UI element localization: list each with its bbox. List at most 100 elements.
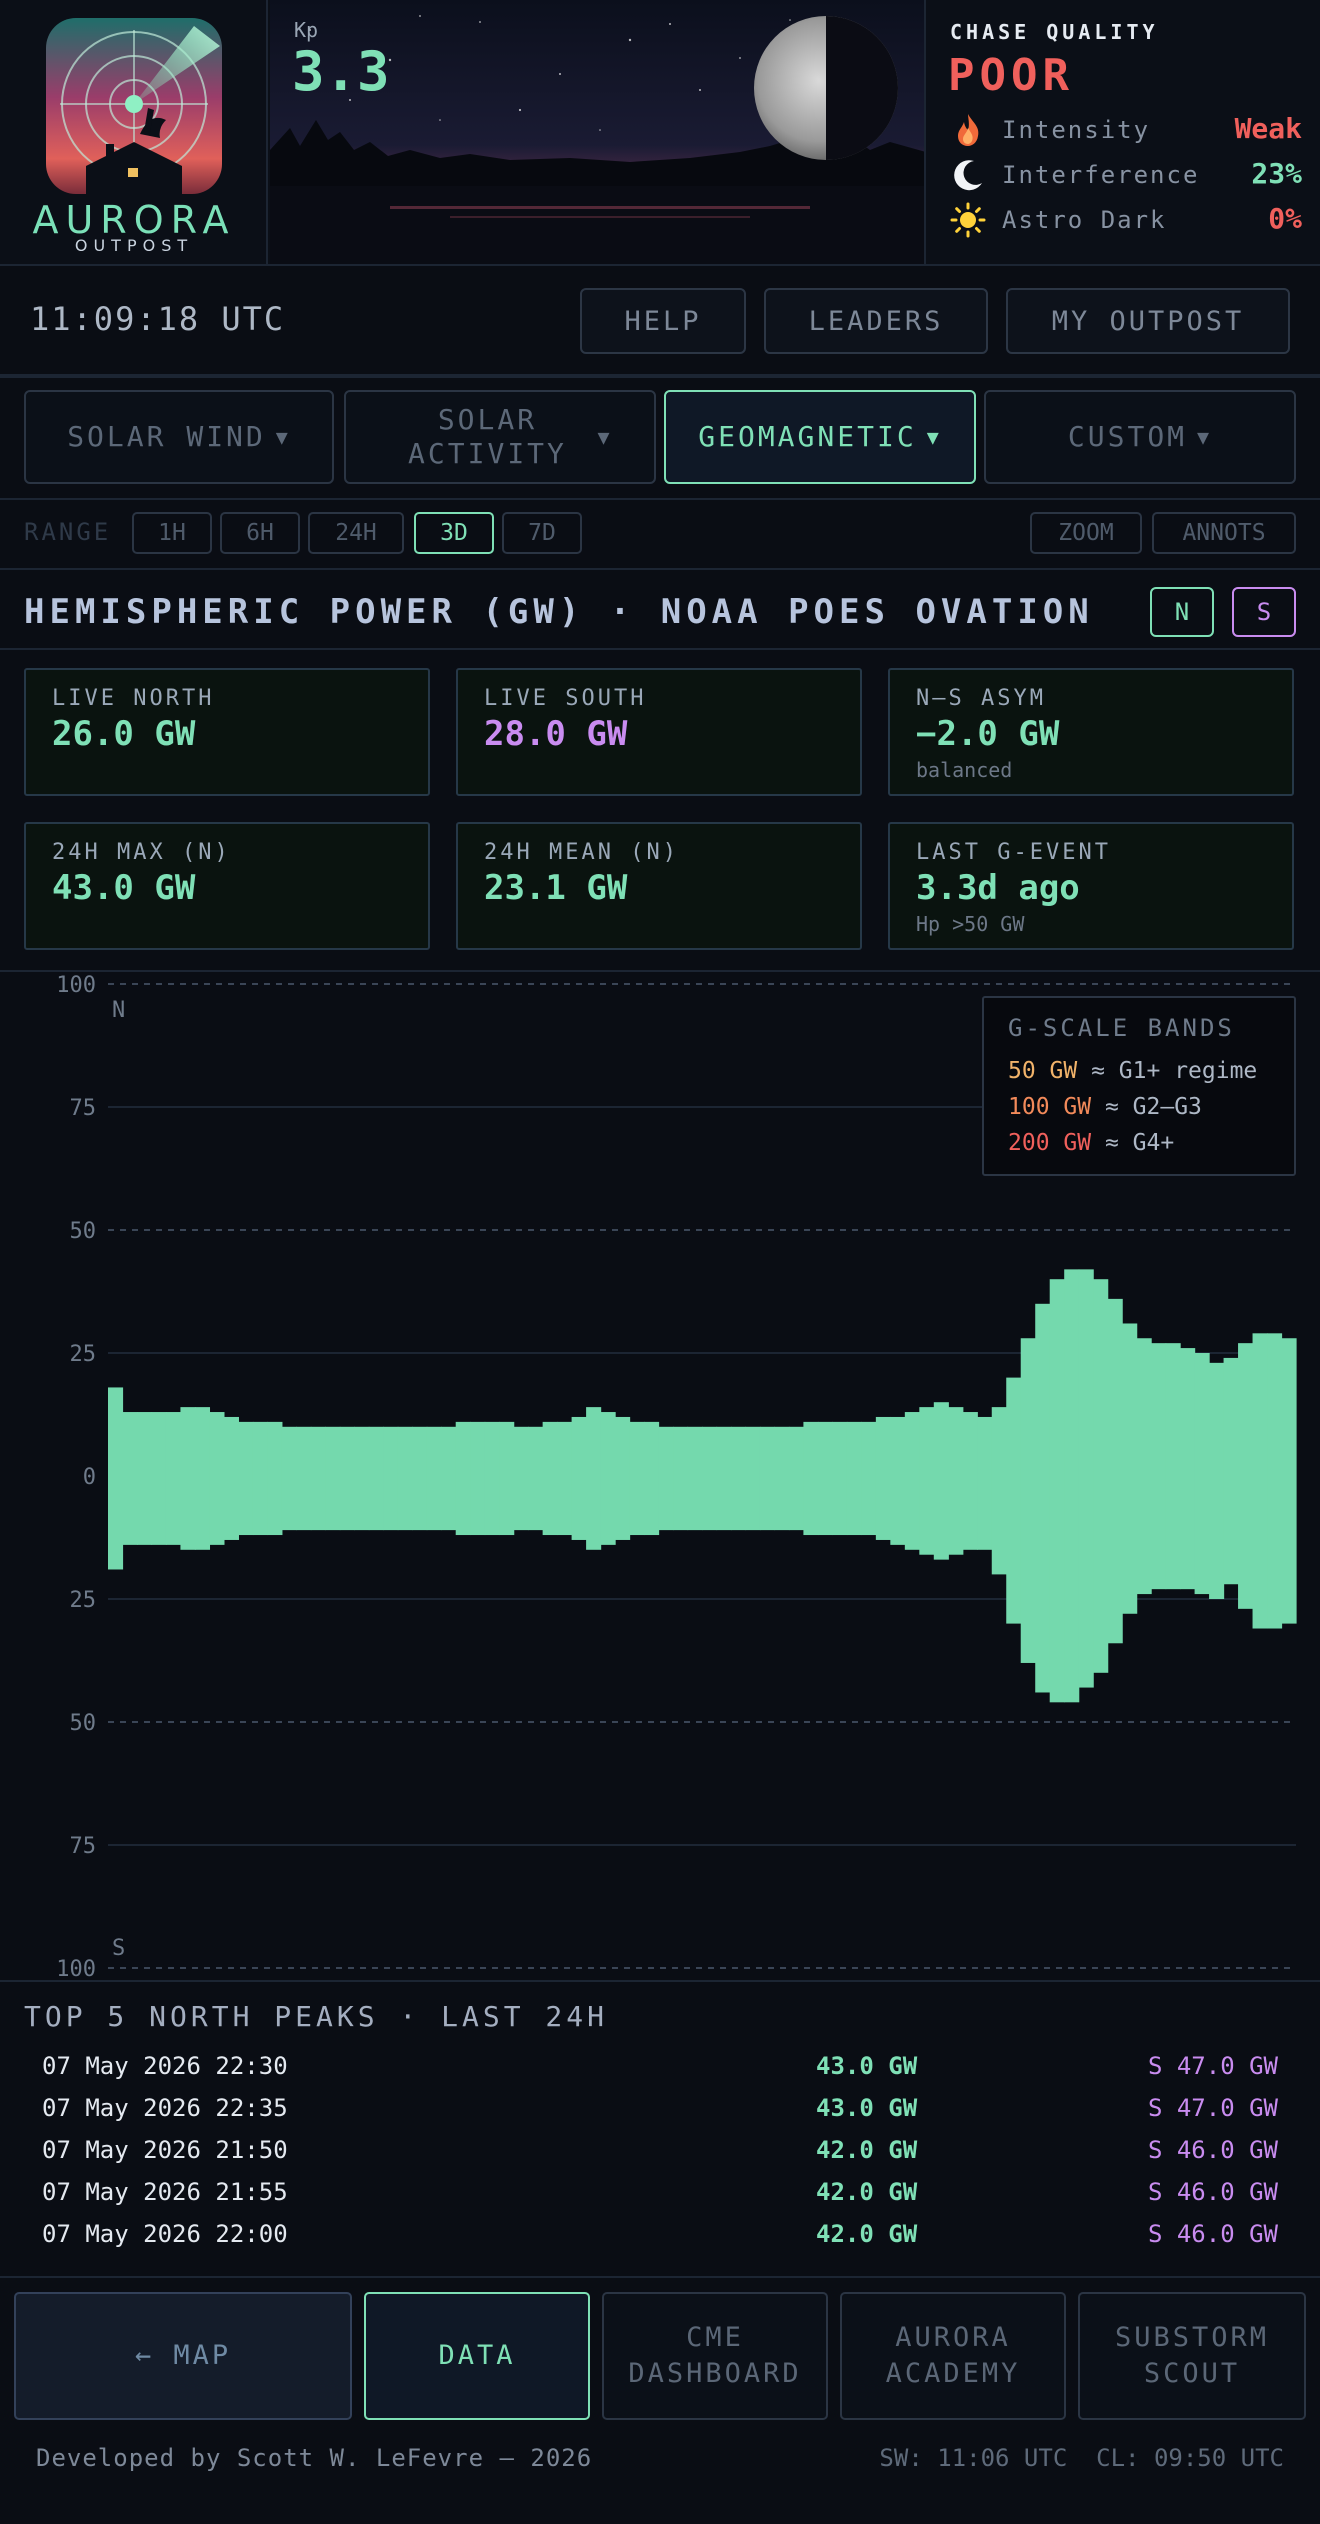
- peak-north: 43.0 GW: [816, 2094, 918, 2122]
- peak-south: S 46.0 GW: [1147, 2220, 1278, 2248]
- stat-card-ns-asym: N–S ASYM −2.0 GW balanced: [888, 668, 1294, 796]
- my-outpost-button[interactable]: MY OUTPOST: [1006, 288, 1290, 354]
- north-power-bar: [629, 1421, 645, 1476]
- south-power-bar: [194, 1476, 211, 1550]
- chase-row-label: Astro Dark: [1002, 206, 1167, 234]
- y-tick-label: 0: [83, 1465, 96, 1490]
- range-1h-button[interactable]: 1H: [132, 512, 212, 554]
- band-value: 100 GW: [1008, 1094, 1092, 1120]
- north-power-bar: [702, 1426, 718, 1476]
- peak-row: 07 May 2026 22:30 43.0 GW S 47.0 GW: [0, 2048, 1320, 2090]
- range-24h-button[interactable]: 24H: [308, 512, 404, 554]
- north-power-bar: [542, 1421, 558, 1476]
- range-6h-button[interactable]: 6H: [220, 512, 300, 554]
- chevron-down-icon: ▼: [1197, 425, 1213, 449]
- south-power-bar: [846, 1476, 862, 1536]
- south-power-bar: [296, 1476, 312, 1531]
- south-power-bar: [267, 1476, 283, 1536]
- tab-custom[interactable]: CUSTOM ▼: [984, 390, 1296, 484]
- north-power-bar: [455, 1421, 471, 1476]
- north-power-bar: [484, 1421, 500, 1476]
- nav-data-button[interactable]: DATA: [364, 2292, 590, 2420]
- north-power-bar: [383, 1426, 399, 1476]
- help-button[interactable]: HELP: [580, 288, 746, 354]
- south-power-bar: [165, 1476, 182, 1545]
- peak-south: S 46.0 GW: [1147, 2136, 1278, 2164]
- stat-subtext: Hp >50 GW: [916, 912, 1025, 936]
- zoom-button[interactable]: ZOOM: [1030, 512, 1142, 554]
- north-power-bar: [861, 1421, 877, 1476]
- north-power-bar: [1064, 1269, 1080, 1476]
- band-value: 200 GW: [1008, 1130, 1092, 1156]
- south-power-bar: [586, 1476, 602, 1550]
- south-power-bar: [759, 1476, 776, 1531]
- north-power-bar: [1151, 1343, 1167, 1476]
- range-3d-button[interactable]: 3D: [414, 512, 494, 554]
- north-toggle-button[interactable]: N: [1150, 587, 1214, 637]
- north-power-bar: [209, 1412, 225, 1476]
- y-tick-label: 100: [56, 973, 96, 998]
- north-power-bar: [1107, 1298, 1123, 1476]
- g-scale-band: 100 GW ≈ G2–G3: [1008, 1094, 1202, 1120]
- south-power-bar: [1180, 1476, 1196, 1590]
- peak-row: 07 May 2026 22:35 43.0 GW S 47.0 GW: [0, 2090, 1320, 2132]
- stat-value: −2.0 GW: [916, 714, 1060, 754]
- peak-south: S 46.0 GW: [1147, 2178, 1278, 2206]
- north-power-bar: [890, 1416, 906, 1476]
- north-power-bar: [1078, 1269, 1094, 1476]
- south-power-bar: [962, 1476, 978, 1550]
- nav-cme-dashboard-button[interactable]: CME DASHBOARD: [602, 2292, 828, 2420]
- south-power-bar: [108, 1476, 124, 1570]
- nav-substorm-scout-button[interactable]: SUBSTORM SCOUT: [1078, 2292, 1306, 2420]
- stat-card-live-north: LIVE NORTH 26.0 GW: [24, 668, 430, 796]
- tab-geomagnetic[interactable]: GEOMAGNETIC ▼: [664, 390, 976, 484]
- band-desc: ≈ G1+ regime: [1091, 1058, 1258, 1084]
- peak-time: 07 May 2026 21:55: [42, 2178, 288, 2206]
- stat-label: LIVE NORTH: [52, 686, 215, 711]
- stat-label: LAST G-EVENT: [916, 840, 1111, 865]
- annotations-button[interactable]: ANNOTS: [1152, 512, 1296, 554]
- north-power-bar: [122, 1412, 138, 1476]
- g-scale-band: 200 GW ≈ G4+: [1008, 1130, 1174, 1156]
- tab-solar-wind[interactable]: SOLAR WIND ▼: [24, 390, 334, 484]
- range-7d-button[interactable]: 7D: [502, 512, 582, 554]
- north-power-bar: [557, 1421, 573, 1476]
- tab-label: SOLAR WIND: [67, 420, 266, 453]
- y-tick-label: 50: [70, 1219, 97, 1244]
- leaders-button[interactable]: LEADERS: [764, 288, 988, 354]
- chase-quality-panel: CHASE QUALITY POOR Intensity Weak Interf…: [928, 0, 1320, 264]
- south-power-bar: [1122, 1476, 1138, 1614]
- peak-north: 42.0 GW: [816, 2136, 918, 2164]
- south-power-bar: [1165, 1476, 1181, 1590]
- south-power-bar: [1035, 1476, 1051, 1693]
- south-toggle-button[interactable]: S: [1232, 587, 1296, 637]
- stat-subtext: balanced: [916, 758, 1013, 782]
- south-power-bar: [1107, 1476, 1123, 1644]
- footer-status: SW: 11:06 UTC CL: 09:50 UTC: [879, 2444, 1284, 2472]
- south-power-bar: [412, 1476, 428, 1531]
- south-power-bar: [151, 1476, 167, 1545]
- tab-label: SOLAR ACTIVITY: [408, 403, 567, 470]
- north-power-bar: [441, 1426, 457, 1476]
- south-power-bar: [426, 1476, 442, 1531]
- north-power-bar: [194, 1407, 211, 1476]
- north-power-bar: [759, 1426, 776, 1476]
- north-power-bar: [1238, 1343, 1254, 1476]
- north-power-bar: [368, 1426, 384, 1476]
- tab-solar-activity[interactable]: SOLAR ACTIVITY ▼: [344, 390, 656, 484]
- south-power-bar: [122, 1476, 138, 1545]
- chase-quality-title: CHASE QUALITY: [950, 20, 1159, 44]
- brand-logo[interactable]: AURORA OUTPOST: [0, 0, 268, 266]
- south-power-bar: [658, 1476, 674, 1531]
- nav-aurora-academy-button[interactable]: AURORA ACADEMY: [840, 2292, 1066, 2420]
- south-power-bar: [702, 1476, 718, 1531]
- south-power-bar: [817, 1476, 833, 1536]
- south-power-bar: [629, 1476, 645, 1536]
- peak-row: 07 May 2026 22:00 42.0 GW S 46.0 GW: [0, 2216, 1320, 2258]
- chase-row-astro-dark: Astro Dark 0%: [950, 200, 1310, 240]
- nav-map-button[interactable]: ← MAP: [14, 2292, 352, 2420]
- nav-label: CME DASHBOARD: [628, 2322, 802, 2389]
- nav-label: AURORA ACADEMY: [885, 2322, 1021, 2389]
- south-power-bar: [644, 1476, 660, 1536]
- chase-row-interference: Interference 23%: [950, 155, 1310, 195]
